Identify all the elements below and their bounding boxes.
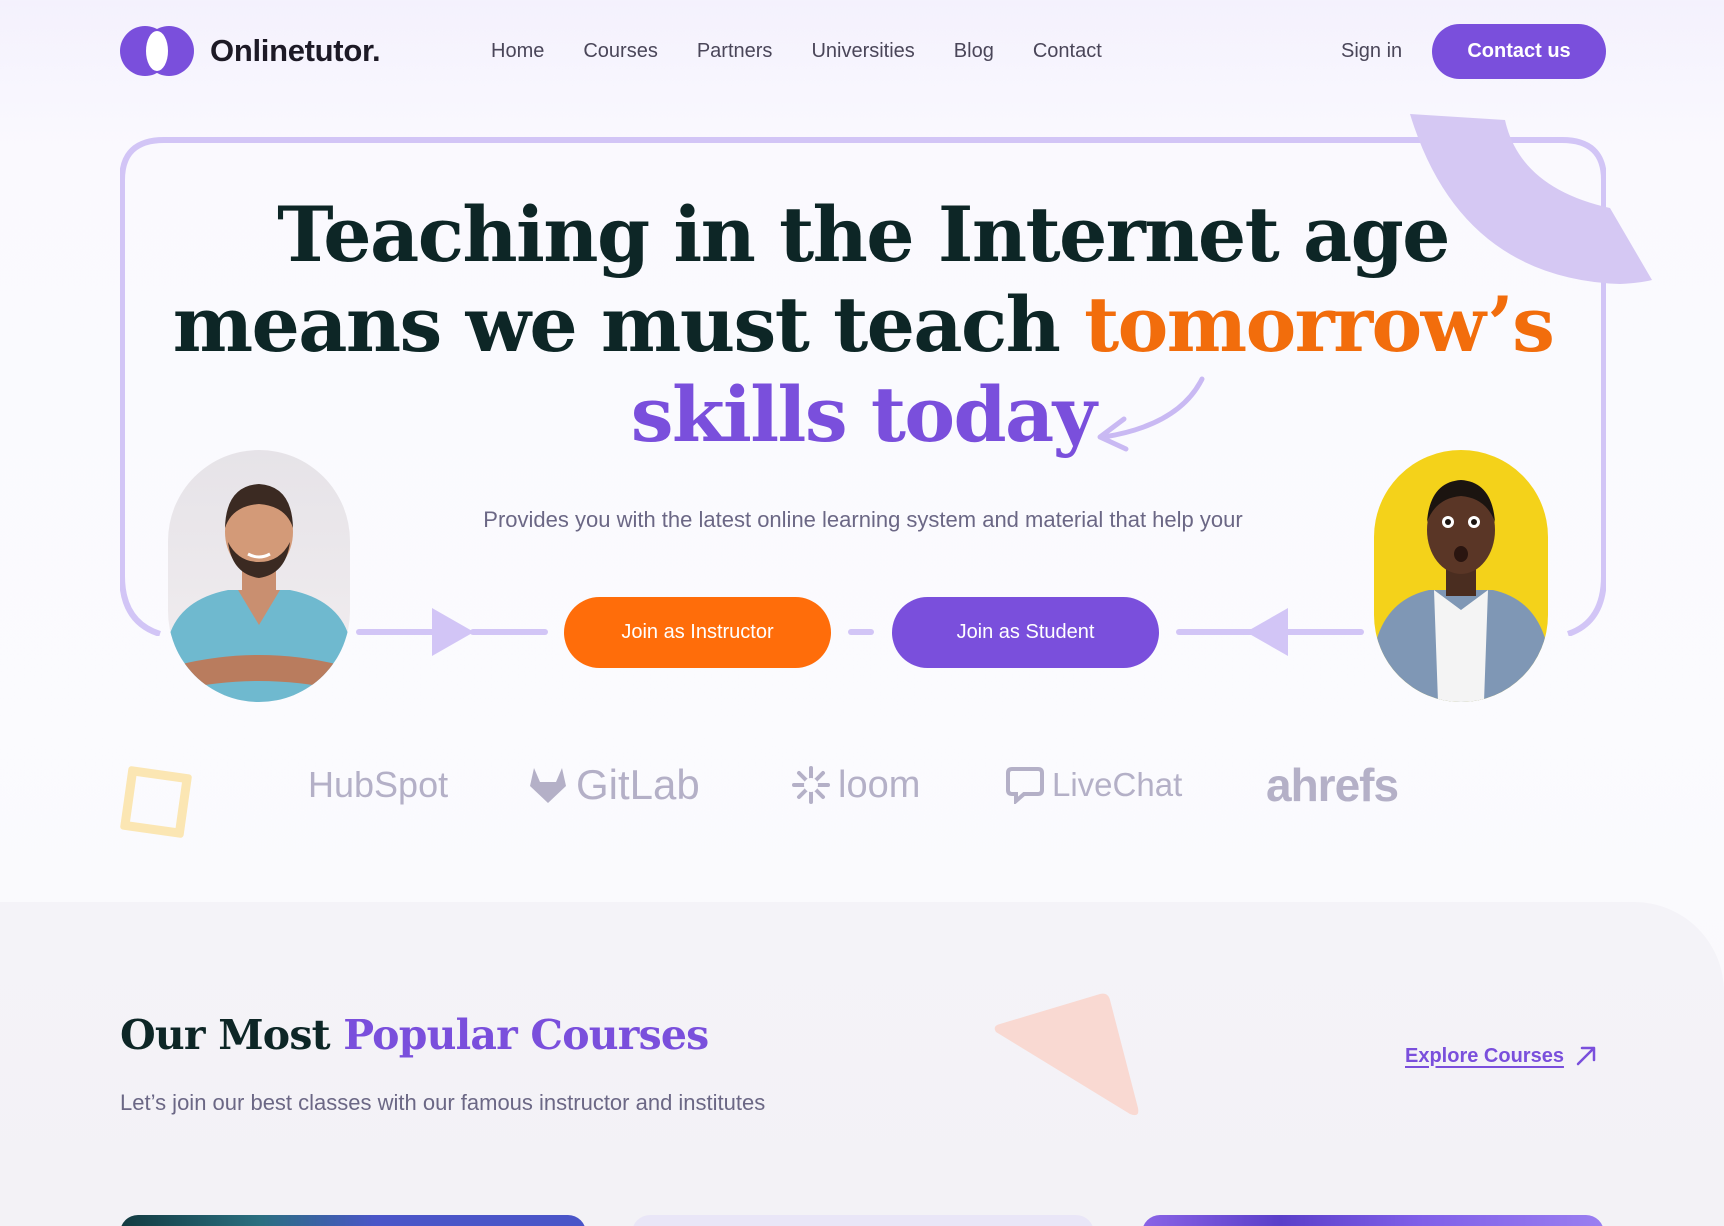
nav-blog[interactable]: Blog (954, 36, 994, 66)
courses-title-dark: Our Most (120, 1011, 344, 1059)
courses-title-accent: Popular Courses (343, 1011, 709, 1059)
logo-text: Onlinetutor. (210, 33, 381, 68)
partner-logo-livechat: LiveChat (1006, 760, 1182, 810)
join-as-instructor-button[interactable]: Join as Instructor (564, 597, 831, 668)
curved-arrow-icon (1097, 376, 1205, 452)
decorative-square-shape (119, 765, 193, 839)
loom-asterisk-icon (792, 766, 830, 804)
logo-mark-icon (120, 26, 194, 76)
course-card-3[interactable] (1142, 1215, 1604, 1226)
chat-bubble-icon (1006, 767, 1044, 804)
arrow-up-right-icon[interactable] (1574, 1044, 1598, 1068)
gitlab-wordmark: GitLab (576, 761, 700, 808)
nav-courses[interactable]: Courses (583, 36, 657, 66)
connector-line-right-2 (1284, 629, 1364, 635)
nav-contact[interactable]: Contact (1033, 36, 1102, 66)
course-card-1[interactable] (120, 1215, 586, 1226)
nav-universities[interactable]: Universities (811, 36, 914, 66)
headline-line-1: Teaching in the Internet age (277, 190, 1450, 279)
brand-logo[interactable]: Onlinetutor. (120, 26, 381, 76)
headline-line-2: means we must teach (172, 280, 1085, 369)
contact-us-button[interactable]: Contact us (1432, 24, 1606, 79)
decorative-triangle-shape (994, 993, 1139, 1116)
student-avatar (1374, 450, 1548, 702)
gitlab-fox-icon (530, 768, 566, 803)
explore-courses-link[interactable]: Explore Courses (1405, 1044, 1598, 1068)
main-nav: Home Courses Partners Universities Blog … (491, 36, 1102, 66)
nav-home[interactable]: Home (491, 36, 544, 66)
ahrefs-wordmark: ahrefs (1266, 759, 1399, 811)
nav-partners[interactable]: Partners (697, 36, 773, 66)
partner-logo-loom: loom (792, 760, 920, 810)
explore-courses-label[interactable]: Explore Courses (1405, 1045, 1564, 1068)
courses-section-title: Our Most Popular Courses (120, 1010, 709, 1060)
sign-in-link[interactable]: Sign in (1341, 36, 1402, 66)
courses-section-subtitle: Let’s join our best classes with our fam… (120, 1090, 766, 1115)
partner-logo-gitlab: GitLab (528, 760, 700, 810)
man-portrait-image (168, 484, 350, 702)
instructor-avatar (168, 450, 350, 702)
student-portrait-image (1374, 480, 1548, 702)
join-as-student-button[interactable]: Join as Student (892, 597, 1159, 668)
headline-accent-orange: tomorrow’s (1084, 280, 1555, 369)
course-card-2[interactable] (632, 1215, 1094, 1226)
loom-wordmark: loom (838, 763, 921, 806)
headline-accent-purple: skills today (630, 370, 1097, 459)
connector-line-middle (848, 629, 874, 635)
hubspot-wordmark: HubSpot (308, 764, 449, 805)
partner-logo-hubspot: HubSpot (308, 760, 448, 810)
hero-subtitle: Provides you with the latest online lear… (483, 507, 1243, 532)
connector-line-left-2 (470, 629, 548, 635)
livechat-wordmark: LiveChat (1052, 766, 1183, 803)
partner-logo-ahrefs: ahrefs (1266, 759, 1399, 811)
hero-headline: Teaching in the Internet age means we mu… (140, 190, 1586, 460)
